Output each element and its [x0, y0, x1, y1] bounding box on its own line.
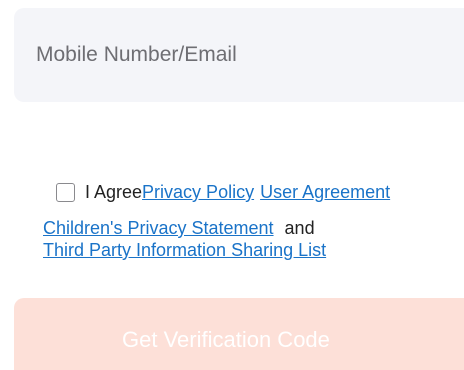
agreement-line-3: Third Party Information Sharing List [43, 238, 326, 262]
childrens-privacy-link[interactable]: Children's Privacy Statement [43, 218, 274, 238]
third-party-list-link[interactable]: Third Party Information Sharing List [43, 240, 326, 260]
get-verification-code-button[interactable]: Get Verification Code [14, 298, 464, 370]
agree-checkbox[interactable] [56, 182, 75, 202]
user-agreement-link[interactable]: User Agreement [260, 180, 390, 204]
mobile-email-input[interactable] [36, 8, 446, 102]
login-screen: I Agree Privacy Policy User Agreement Ch… [0, 0, 464, 370]
agreement-line-2: Children's Privacy Statement and [43, 216, 315, 240]
account-input-container[interactable] [14, 8, 464, 102]
privacy-policy-link[interactable]: Privacy Policy [142, 180, 254, 204]
and-text: and [284, 218, 315, 238]
agreement-line-1: I Agree Privacy Policy User Agreement [56, 178, 390, 206]
agree-prefix-text: I Agree [85, 182, 143, 202]
